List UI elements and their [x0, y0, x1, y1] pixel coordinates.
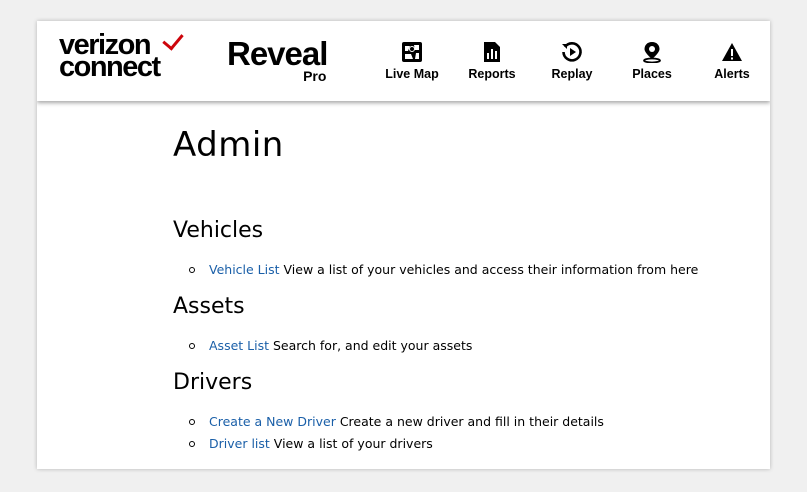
top-header: verizon connect Reveal Pro Live Map Repo…: [37, 21, 770, 101]
item-description: View a list of your drivers: [273, 436, 433, 451]
list-item: Asset List Search for, and edit your ass…: [188, 335, 473, 357]
nav-reports[interactable]: Reports: [452, 41, 532, 81]
nav-reports-label: Reports: [468, 67, 516, 81]
item-description: Create a new driver and fill in their de…: [339, 414, 604, 429]
asset-list-link[interactable]: Asset List: [209, 338, 269, 353]
replay-icon: [562, 42, 582, 62]
section-title-drivers: Drivers: [173, 370, 253, 395]
item-description: Search for, and edit your assets: [272, 338, 473, 353]
create-driver-link[interactable]: Create a New Driver: [209, 414, 336, 429]
verizon-connect-logo[interactable]: verizon connect: [59, 28, 184, 83]
nav-alerts-label: Alerts: [714, 67, 750, 81]
list-item: Vehicle List View a list of your vehicle…: [188, 259, 699, 281]
bar-chart-icon: [484, 42, 500, 62]
nav-places-label: Places: [632, 67, 672, 81]
list-item: Create a New Driver Create a new driver …: [189, 411, 604, 433]
nav-replay-label: Replay: [551, 67, 593, 81]
product-name: Reveal: [227, 35, 328, 72]
location-pin-icon: [643, 42, 661, 63]
item-description: View a list of your vehicles and access …: [283, 262, 699, 277]
nav-alerts[interactable]: Alerts: [692, 41, 770, 81]
map-icon: [402, 42, 422, 62]
app-window: verizon connect Reveal Pro Live Map Repo…: [37, 21, 770, 469]
page-title: Admin: [173, 125, 284, 165]
driver-list-link[interactable]: Driver list: [209, 436, 270, 451]
nav-live-map[interactable]: Live Map: [372, 41, 452, 81]
nav-live-map-label: Live Map: [385, 67, 439, 81]
drivers-list: Create a New Driver Create a new driver …: [173, 411, 604, 455]
section-title-vehicles: Vehicles: [173, 218, 264, 243]
vehicle-list-link[interactable]: Vehicle List: [209, 262, 280, 277]
nav-replay[interactable]: Replay: [532, 41, 612, 81]
assets-list: Asset List Search for, and edit your ass…: [173, 335, 472, 357]
section-title-assets: Assets: [173, 294, 245, 319]
list-item: Driver list View a list of your drivers: [189, 433, 604, 455]
reveal-pro-logo[interactable]: Reveal Pro: [227, 35, 328, 85]
product-tier: Pro: [303, 68, 327, 84]
logo-line-2: connect: [59, 51, 161, 83]
checkmark-icon: [162, 28, 184, 51]
vehicles-list: Vehicle List View a list of your vehicle…: [173, 259, 698, 281]
warning-icon: [722, 43, 742, 61]
nav-places[interactable]: Places: [612, 41, 692, 81]
